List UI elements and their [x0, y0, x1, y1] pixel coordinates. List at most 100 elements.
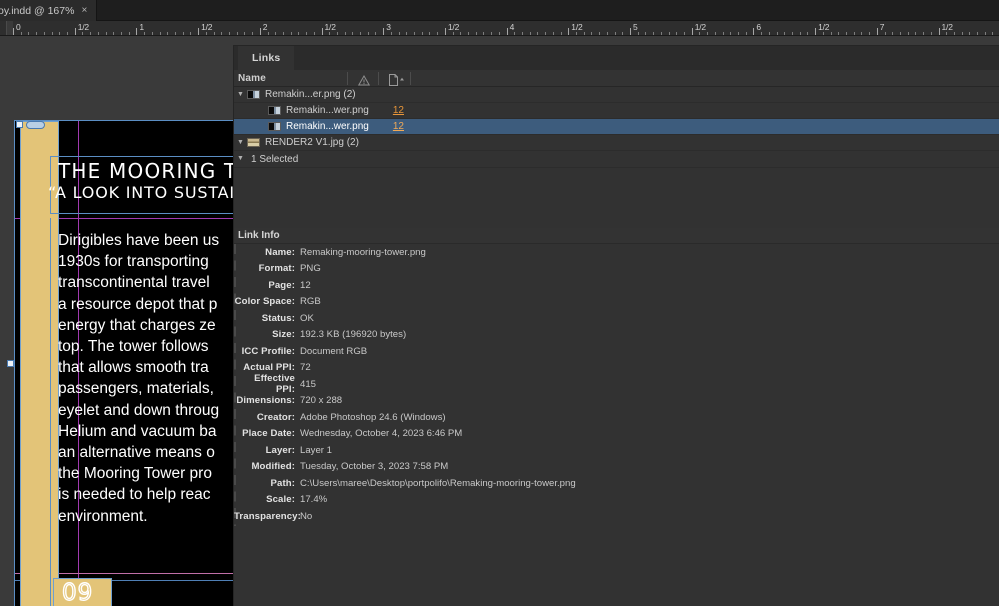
ruler-tick-minor	[553, 32, 554, 35]
ruler-tick-minor	[422, 32, 423, 35]
ruler-tick-minor	[854, 32, 855, 35]
document-tab-bar: oy.indd @ 167% ×	[0, 0, 999, 21]
ruler-tick-minor	[707, 32, 708, 35]
ruler-tick-minor	[823, 32, 824, 35]
ruler-tick-minor	[67, 32, 68, 35]
link-row[interactable]: ▼RENDER2 V1.jpg (2)	[234, 135, 999, 151]
ruler-tick-minor	[206, 32, 207, 35]
page-artboard[interactable]: THE MOORING TOW “A LOOK INTO SUSTAIN. Di…	[14, 120, 234, 606]
ruler-tick-minor	[406, 32, 407, 35]
link-info-row: Effective PPI:415	[234, 376, 999, 393]
link-info-label: Actual PPI:	[234, 362, 295, 373]
ruler-tick-minor	[291, 32, 292, 35]
ruler-tick-minor	[98, 32, 99, 35]
link-info-value: Layer 1	[300, 445, 332, 456]
ruler-tick-minor	[699, 32, 700, 35]
link-row[interactable]: Remakin...wer.png 12	[234, 103, 999, 119]
ruler-tick-minor	[252, 32, 253, 35]
ruler-tick-minor	[800, 32, 801, 35]
tab-links[interactable]: Links	[238, 46, 294, 70]
link-info-value: 17.4%	[300, 494, 327, 505]
ruler-tick-minor	[514, 32, 515, 35]
indesign-window: oy.indd @ 167% × 01/211/221/231/241/251/…	[0, 0, 999, 606]
link-info-value: Remaking-mooring-tower.png	[300, 247, 426, 258]
links-list[interactable]: ▼Remakin...er.png (2) Remakin...wer.png 12…	[234, 87, 999, 168]
ruler-tick-major	[260, 28, 261, 35]
link-name-label: Remakin...wer.png	[286, 105, 369, 116]
ruler-tick-minor	[368, 32, 369, 35]
content-grabber-handle[interactable]	[26, 121, 45, 129]
ruler-tick-minor	[375, 32, 376, 35]
ruler-tick-minor	[653, 32, 654, 35]
ruler-tick-minor	[59, 32, 60, 35]
link-info-label: Size:	[234, 329, 295, 340]
ruler-tick-major	[753, 28, 754, 35]
link-page-number[interactable]: 12	[393, 121, 404, 132]
ruler-tick-minor	[414, 32, 415, 35]
ruler-tick-minor	[460, 32, 461, 35]
ruler-tick-minor	[591, 32, 592, 35]
link-info-value: Adobe Photoshop 24.6 (Windows)	[300, 412, 446, 423]
ruler-tick-minor	[537, 32, 538, 35]
panel-tab-strip: Links	[234, 46, 999, 70]
ruler-label: 1/2	[942, 22, 953, 32]
ruler-origin-corner[interactable]	[0, 21, 7, 36]
selection-handle-top-left[interactable]	[16, 121, 23, 128]
ruler-tick-minor	[82, 32, 83, 35]
horizontal-ruler[interactable]: 01/211/221/231/241/251/261/271/2	[0, 21, 999, 36]
link-thumbnail-icon	[268, 122, 281, 131]
ruler-label: 4	[510, 22, 515, 32]
ruler-tick-minor	[221, 32, 222, 35]
chevron-down-icon[interactable]: ▼	[234, 151, 247, 167]
chevron-down-icon[interactable]: ▼	[234, 135, 247, 151]
link-info-row: Page:12	[234, 277, 999, 294]
link-page-number[interactable]: 12	[393, 105, 404, 116]
ruler-label: 7	[880, 22, 885, 32]
ruler-tick-major	[383, 28, 384, 35]
ruler-tick-minor	[615, 32, 616, 35]
link-info-label: Creator:	[234, 412, 295, 423]
header-divider-2	[378, 72, 379, 85]
column-header-name[interactable]: Name	[238, 73, 266, 84]
ruler-tick-minor	[28, 32, 29, 35]
ruler-tick-minor	[360, 32, 361, 35]
ruler-tick-minor	[190, 32, 191, 35]
ruler-tick-minor	[861, 32, 862, 35]
ruler-label: 0	[16, 22, 21, 32]
ruler-label: 1/2	[818, 22, 829, 32]
ruler-tick-minor	[676, 32, 677, 35]
ruler-tick-minor	[784, 32, 785, 35]
link-info-label: Page:	[234, 280, 295, 291]
ruler-tick-minor	[36, 32, 37, 35]
chevron-down-icon[interactable]: ▼	[234, 87, 247, 103]
link-info-value: Wednesday, October 4, 2023 6:46 PM	[300, 428, 462, 439]
ruler-tick-minor	[522, 32, 523, 35]
ruler-label: 1/2	[695, 22, 706, 32]
ruler-tick-minor	[769, 32, 770, 35]
ruler-tick-minor	[391, 32, 392, 35]
ruler-tick-major	[13, 28, 14, 35]
close-icon[interactable]: ×	[81, 6, 87, 16]
ruler-label: 2	[263, 22, 268, 32]
ruler-tick-minor	[969, 32, 970, 35]
link-info-header[interactable]: Link Info	[234, 228, 999, 244]
ruler-tick-major	[692, 28, 693, 35]
link-info-label: Color Space:	[234, 296, 295, 307]
ruler-tick-minor	[715, 32, 716, 35]
link-info-value: 192.3 KB (196920 bytes)	[300, 329, 406, 340]
ruler-tick-major	[75, 28, 76, 35]
ruler-tick-minor	[985, 32, 986, 35]
selection-summary-row[interactable]: ▼1 Selected	[234, 151, 999, 168]
link-row[interactable]: ▼Remakin...er.png (2)	[234, 87, 999, 103]
ruler-tick-minor	[584, 32, 585, 35]
ruler-tick-minor	[530, 32, 531, 35]
link-row[interactable]: Remakin...wer.png12	[234, 119, 999, 135]
ruler-tick-minor	[684, 32, 685, 35]
document-tab[interactable]: oy.indd @ 167% ×	[0, 0, 97, 21]
selection-handle-left-middle[interactable]	[7, 360, 14, 367]
link-info-label: Status:	[234, 313, 295, 324]
ruler-label: 1	[139, 22, 144, 32]
ruler-tick-major	[445, 28, 446, 35]
ruler-tick-minor	[175, 32, 176, 35]
ruler-tick-major	[507, 28, 508, 35]
